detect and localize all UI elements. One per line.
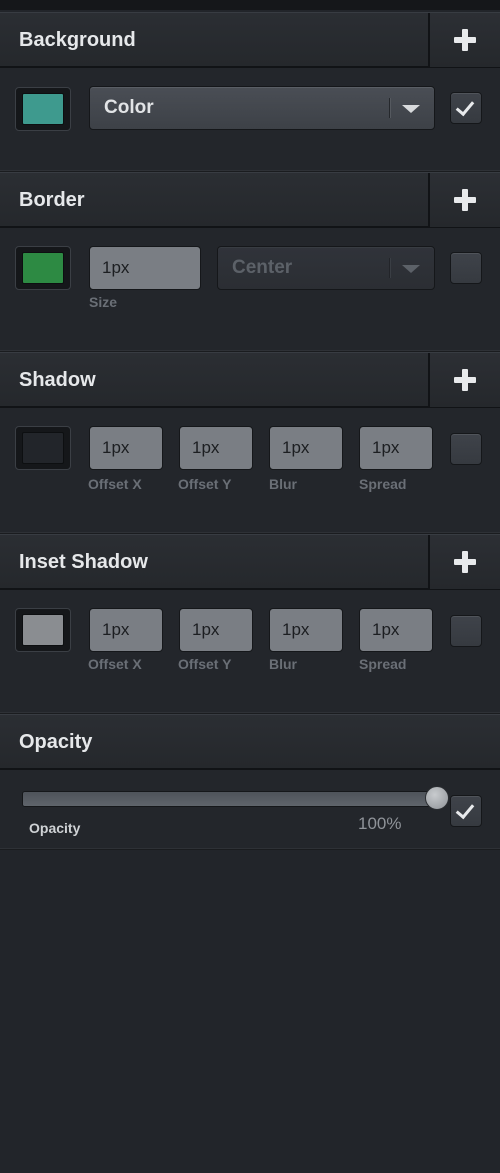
- shadow-blur-input[interactable]: [269, 426, 343, 470]
- inset-shadow-title: Inset Shadow: [19, 551, 148, 573]
- border-title: Border: [19, 189, 85, 211]
- dropdown-separator: [389, 258, 390, 278]
- background-section-body: Color: [0, 68, 500, 172]
- shadow-enabled-checkbox[interactable]: [450, 433, 482, 465]
- border-size-input[interactable]: [89, 246, 201, 290]
- chevron-down-icon: [402, 265, 420, 273]
- border-swatch-fill: [22, 252, 64, 284]
- shadow-section-header: Shadow: [0, 352, 500, 408]
- shadow-section-body: Offset X Offset Y Blur Spread: [0, 408, 500, 534]
- shadow-spread-input[interactable]: [359, 426, 433, 470]
- background-swatch-fill: [22, 93, 64, 125]
- add-shadow-button[interactable]: [428, 353, 500, 407]
- opacity-value: 100%: [358, 814, 402, 833]
- inset-shadow-color-swatch[interactable]: [15, 608, 71, 652]
- inset-shadow-offset-y-label: Offset Y: [178, 656, 232, 672]
- checkmark-icon: [455, 96, 475, 117]
- shadow-color-swatch[interactable]: [15, 426, 71, 470]
- background-type-dropdown[interactable]: Color: [89, 86, 435, 130]
- opacity-slider-fill: [23, 792, 431, 806]
- background-type-value: Color: [104, 97, 154, 118]
- border-color-swatch[interactable]: [15, 246, 71, 290]
- empty-panel-area: [0, 850, 500, 1173]
- background-section-header: Background: [0, 12, 500, 68]
- add-border-button[interactable]: [428, 173, 500, 227]
- inset-shadow-section-header: Inset Shadow: [0, 534, 500, 590]
- inset-shadow-section-body: Offset X Offset Y Blur Spread: [0, 590, 500, 714]
- opacity-section-body: [0, 770, 500, 850]
- shadow-offset-y-label: Offset Y: [178, 476, 232, 492]
- shadow-offset-x-label: Offset X: [88, 476, 142, 492]
- border-position-value: Center: [232, 257, 293, 278]
- border-position-dropdown[interactable]: Center: [217, 246, 435, 290]
- opacity-section-header: Opacity: [0, 714, 500, 770]
- checkmark-icon: [455, 799, 475, 820]
- opacity-slider-handle[interactable]: [425, 786, 449, 810]
- inset-shadow-spread-input[interactable]: [359, 608, 433, 652]
- inset-shadow-swatch-fill: [22, 614, 64, 646]
- plus-icon: [454, 551, 476, 573]
- inset-shadow-blur-label: Blur: [269, 656, 297, 672]
- plus-icon: [454, 29, 476, 51]
- shadow-offset-y-input[interactable]: [179, 426, 253, 470]
- shadow-title: Shadow: [19, 369, 96, 391]
- add-background-button[interactable]: [428, 13, 500, 67]
- shadow-offset-x-input[interactable]: [89, 426, 163, 470]
- opacity-title: Opacity: [19, 731, 93, 753]
- top-edge: [0, 0, 500, 10]
- border-size-label: Size: [89, 294, 118, 310]
- plus-icon: [454, 189, 476, 211]
- shadow-swatch-fill: [22, 432, 64, 464]
- background-enabled-checkbox[interactable]: [450, 92, 482, 124]
- chevron-down-icon: [402, 105, 420, 113]
- inset-shadow-offset-x-input[interactable]: [89, 608, 163, 652]
- opacity-enabled-checkbox[interactable]: [450, 795, 482, 827]
- inset-shadow-blur-input[interactable]: [269, 608, 343, 652]
- inset-shadow-enabled-checkbox[interactable]: [450, 615, 482, 647]
- opacity-label: Opacity: [29, 820, 81, 836]
- inset-shadow-spread-label: Spread: [359, 656, 407, 672]
- background-color-swatch[interactable]: [15, 87, 71, 131]
- inset-shadow-offset-y-input[interactable]: [179, 608, 253, 652]
- background-title: Background: [19, 29, 136, 51]
- add-inset-shadow-button[interactable]: [428, 535, 500, 589]
- shadow-blur-label: Blur: [269, 476, 297, 492]
- plus-icon: [454, 369, 476, 391]
- border-enabled-checkbox[interactable]: [450, 252, 482, 284]
- border-section-header: Border: [0, 172, 500, 228]
- shadow-spread-label: Spread: [359, 476, 407, 492]
- border-section-body: Size Center: [0, 228, 500, 352]
- inset-shadow-offset-x-label: Offset X: [88, 656, 142, 672]
- dropdown-separator: [389, 98, 390, 118]
- opacity-slider[interactable]: [22, 791, 432, 807]
